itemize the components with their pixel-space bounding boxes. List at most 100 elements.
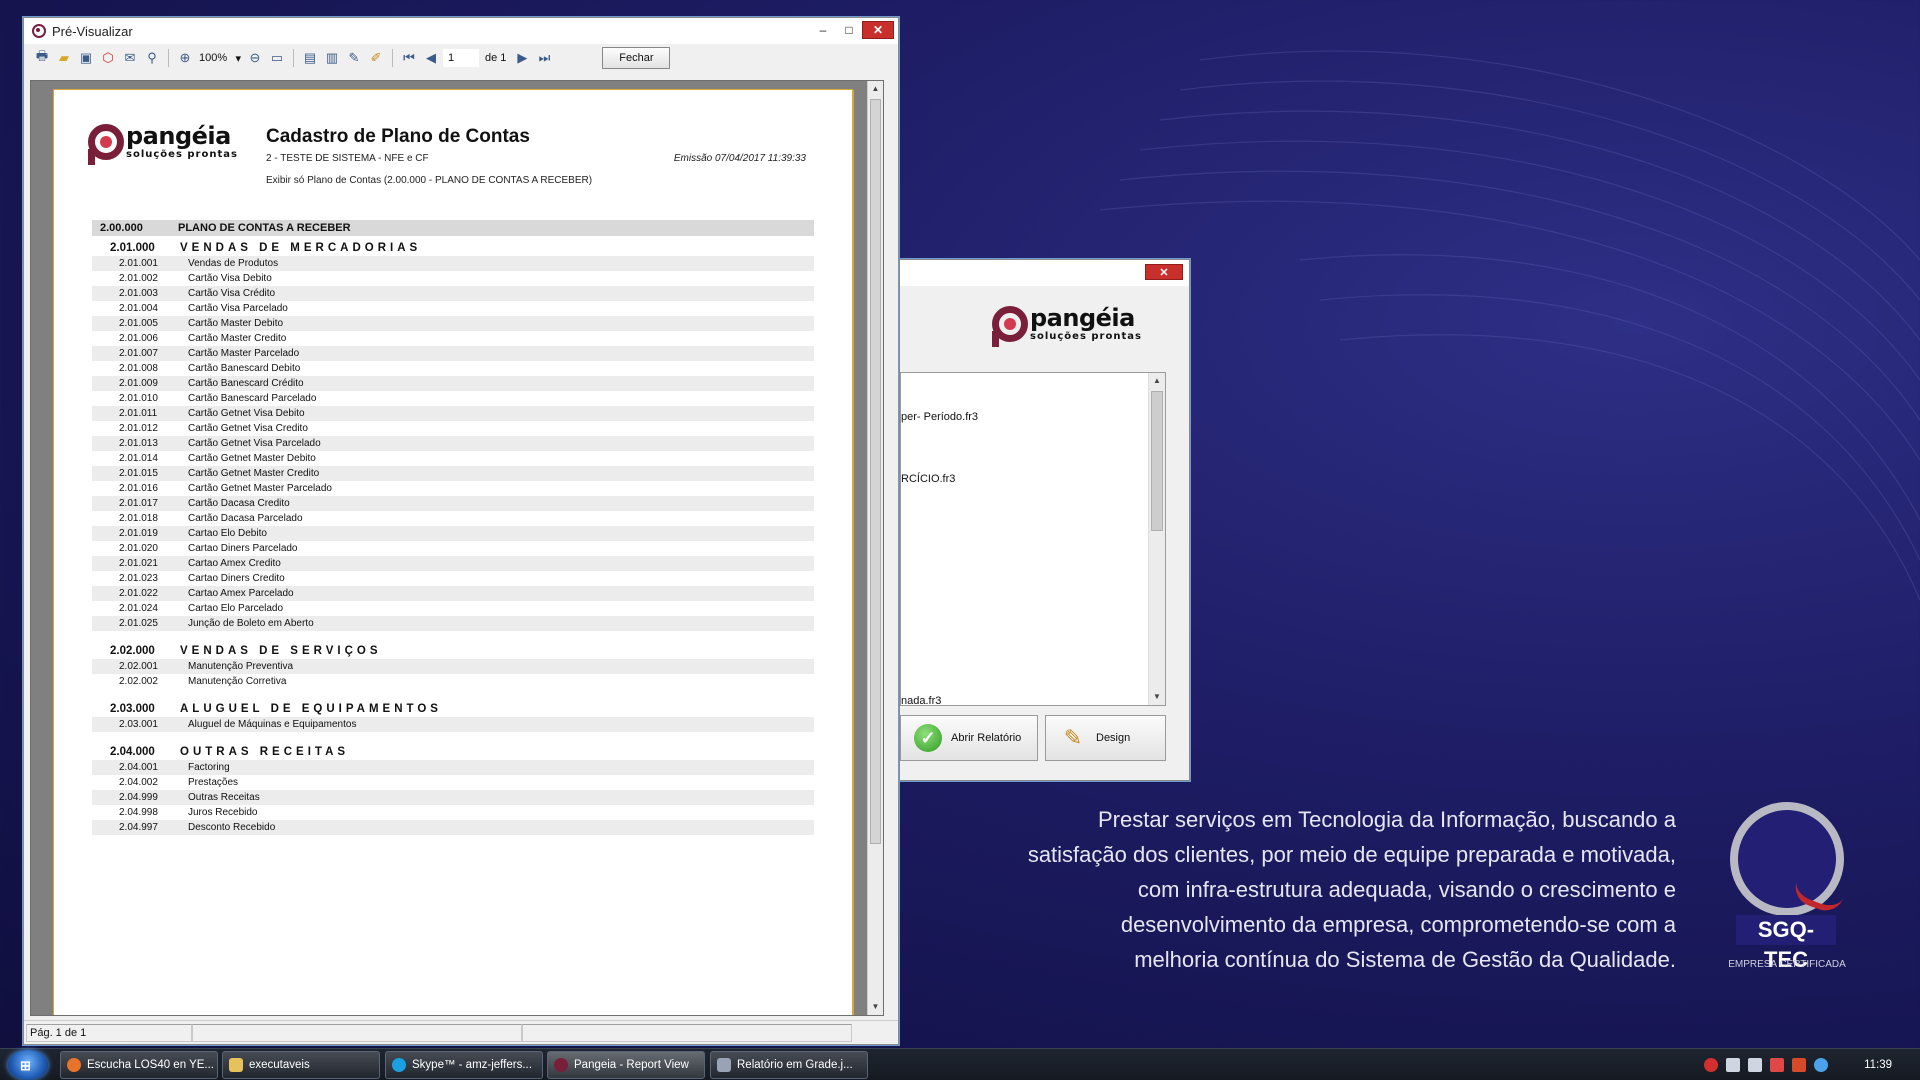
close-button[interactable]: ✕ xyxy=(862,21,894,39)
account-code: 2.01.016 xyxy=(119,483,158,494)
dialog-close-button[interactable]: ✕ xyxy=(1145,264,1183,280)
maximize-button[interactable]: □ xyxy=(836,21,862,39)
flag-icon[interactable] xyxy=(1792,1058,1807,1072)
volume-icon[interactable] xyxy=(1748,1058,1763,1072)
network-icon[interactable] xyxy=(1726,1058,1741,1072)
list-item[interactable]: nada.fr3 xyxy=(901,695,941,707)
page-settings-icon[interactable]: ▤ xyxy=(300,48,320,68)
last-page-icon[interactable]: ⏭ xyxy=(534,48,554,68)
first-page-icon[interactable]: ⏮ xyxy=(399,48,419,68)
pdf-export-icon[interactable]: ⬡ xyxy=(98,48,118,68)
vertical-scrollbar[interactable]: ▲ ▼ xyxy=(867,81,883,1015)
minimize-button[interactable]: – xyxy=(810,21,836,39)
pencil-icon: ✎ xyxy=(1063,725,1083,750)
page-number-input[interactable]: 1 xyxy=(443,49,479,67)
report-viewport[interactable]: pangéia soluções prontas Cadastro de Pla… xyxy=(30,80,884,1016)
taskbar-button-explorer[interactable]: executaveis xyxy=(222,1051,380,1079)
report-file-list[interactable]: per- Período.fr3 RCÍCIO.fr3 nada.fr3 ▲ ▼ xyxy=(900,372,1166,707)
start-button[interactable]: ⊞ xyxy=(8,1050,48,1080)
account-code: 2.04.997 xyxy=(119,822,158,833)
button-label: Abrir Relatório xyxy=(951,732,1022,744)
zoom-out-icon[interactable]: ⊖ xyxy=(245,48,265,68)
pangeia-logo-icon xyxy=(992,306,1028,347)
print-icon[interactable]: 🖶 xyxy=(32,48,52,68)
logo-brand: pangéia xyxy=(126,122,231,150)
scroll-up-icon[interactable]: ▲ xyxy=(1149,373,1165,389)
list-item[interactable]: per- Período.fr3 xyxy=(901,411,978,423)
outline-icon[interactable]: ▥ xyxy=(322,48,342,68)
scroll-thumb[interactable] xyxy=(1151,391,1163,531)
account-row: 2.01.023 Cartao Diners Credito xyxy=(92,571,814,586)
report-subtitle: 2 - TESTE DE SISTEMA - NFE e CF xyxy=(266,153,429,164)
scroll-down-icon[interactable]: ▼ xyxy=(868,999,883,1015)
slogan-line: com infra-estrutura adequada, visando o … xyxy=(1137,877,1676,902)
account-group-row: 2.04.000 OUTRAS RECEITAS xyxy=(92,744,814,760)
status-bar: Pág. 1 de 1 xyxy=(24,1020,898,1044)
design-button[interactable]: ✎ Design xyxy=(1045,715,1166,761)
account-row: 2.01.005 Cartão Master Debito xyxy=(92,316,814,331)
account-name: Juros Recebido xyxy=(188,807,258,818)
window-titlebar[interactable]: Pré-Visualizar – □ ✕ xyxy=(24,18,898,44)
account-name: Cartao Diners Parcelado xyxy=(188,543,298,554)
email-icon[interactable]: ✉ xyxy=(120,48,140,68)
pangeia-logo-icon xyxy=(88,124,124,165)
zoom-in-icon[interactable]: ⊕ xyxy=(175,48,195,68)
account-code: 2.01.023 xyxy=(119,573,158,584)
sgq-certified-label: EMPRESA CERTIFICADA xyxy=(1728,959,1846,970)
taskbar-button-pangeia[interactable]: Pangeia - Report View xyxy=(547,1051,705,1079)
scroll-up-icon[interactable]: ▲ xyxy=(868,81,883,97)
account-row: 2.01.012 Cartão Getnet Visa Credito xyxy=(92,421,814,436)
toolbar-divider xyxy=(168,49,169,67)
clock[interactable]: 11:39 xyxy=(1864,1059,1892,1071)
account-code: 2.01.013 xyxy=(119,438,158,449)
window-title: Pré-Visualizar xyxy=(52,23,133,39)
antivirus-icon[interactable] xyxy=(1704,1058,1719,1072)
fechar-button[interactable]: Fechar xyxy=(602,47,671,69)
account-row: 2.04.997 Desconto Recebido xyxy=(92,820,814,835)
account-name: Desconto Recebido xyxy=(188,822,276,833)
account-code: 2.04.001 xyxy=(119,762,158,773)
next-page-icon[interactable]: ▶ xyxy=(512,48,532,68)
group-code: 2.02.000 xyxy=(110,645,155,657)
account-code: 2.01.014 xyxy=(119,453,158,464)
account-code: 2.01.003 xyxy=(119,288,158,299)
account-code: 2.01.007 xyxy=(119,348,158,359)
previous-page-icon[interactable]: ◀ xyxy=(421,48,441,68)
account-row: 2.01.024 Cartao Elo Parcelado xyxy=(92,601,814,616)
list-scrollbar[interactable]: ▲ ▼ xyxy=(1148,373,1165,705)
full-screen-icon[interactable]: ▭ xyxy=(267,48,287,68)
account-name: Cartao Diners Credito xyxy=(188,573,285,584)
save-icon[interactable]: ▣ xyxy=(76,48,96,68)
account-code: 2.01.012 xyxy=(119,423,158,434)
account-row: 2.01.016 Cartão Getnet Master Parcelado xyxy=(92,481,814,496)
sgq-tec-badge: SGQ-TEC EMPRESA CERTIFICADA xyxy=(1722,802,1850,972)
scroll-thumb[interactable] xyxy=(870,99,881,844)
account-code: 2.01.015 xyxy=(119,468,158,479)
account-row: 2.01.015 Cartão Getnet Master Credito xyxy=(92,466,814,481)
list-item[interactable]: RCÍCIO.fr3 xyxy=(901,473,955,485)
account-code: 2.04.002 xyxy=(119,777,158,788)
account-name: Prestações xyxy=(188,777,239,788)
edit-page-icon[interactable]: ✎ xyxy=(344,48,364,68)
account-code: 2.01.004 xyxy=(119,303,158,314)
update-icon[interactable] xyxy=(1814,1058,1829,1072)
taskbar-button-skype[interactable]: Skype™ - amz-jeffers... xyxy=(385,1051,543,1079)
status-cell-empty xyxy=(522,1023,852,1042)
abrir-relatorio-button[interactable]: ✓ Abrir Relatório xyxy=(900,715,1038,761)
find-icon[interactable]: ⚲ xyxy=(142,48,162,68)
status-page: Pág. 1 de 1 xyxy=(26,1023,192,1042)
scroll-down-icon[interactable]: ▼ xyxy=(1149,689,1165,705)
taskbar-label: Relatório em Grade.j... xyxy=(737,1059,853,1071)
open-folder-icon[interactable]: ▰ xyxy=(54,48,74,68)
action-center-icon[interactable] xyxy=(1770,1058,1785,1072)
taskbar-button-firefox[interactable]: Escucha LOS40 en YE... xyxy=(60,1051,218,1079)
check-icon: ✓ xyxy=(914,724,942,752)
taskbar-button-relatorio[interactable]: Relatório em Grade.j... xyxy=(710,1051,868,1079)
account-name: Cartão Dacasa Parcelado xyxy=(188,513,303,524)
toolbar-divider xyxy=(293,49,294,67)
design-icon[interactable]: ✐ xyxy=(366,48,386,68)
zoom-select[interactable]: 100% ▾ xyxy=(197,49,243,67)
account-row: 2.01.004 Cartão Visa Parcelado xyxy=(92,301,814,316)
dialog-titlebar[interactable]: ✕ xyxy=(900,260,1189,286)
account-row: 2.04.999 Outras Receitas xyxy=(92,790,814,805)
